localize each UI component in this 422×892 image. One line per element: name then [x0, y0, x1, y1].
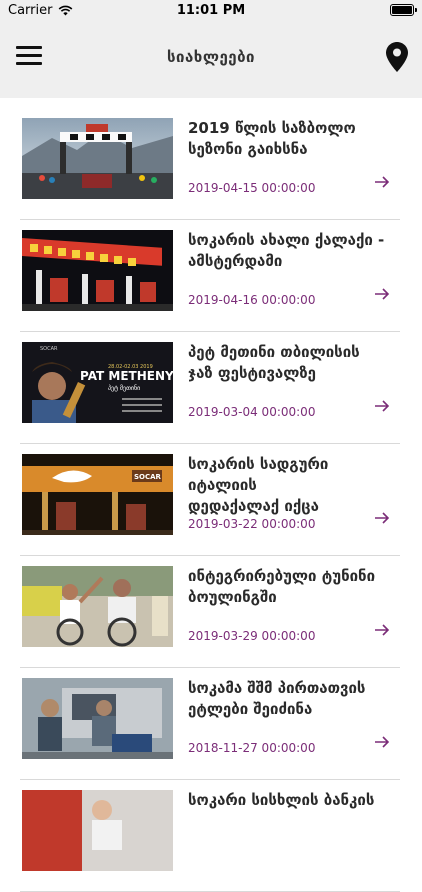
arrow-right-icon[interactable]: [374, 175, 390, 189]
news-title-line: დედაქალაქ იქცა: [188, 497, 319, 515]
location-button[interactable]: [386, 42, 408, 72]
news-date: 2019-03-04 00:00:00: [188, 405, 316, 419]
news-title-line: სოკარი სისხლის ბანკის: [188, 791, 375, 809]
sign-text: SOCAR: [134, 473, 162, 481]
news-title-line: ამსტერდამი: [188, 252, 283, 270]
menu-button[interactable]: [16, 46, 42, 68]
news-title: 2019 წლის საზბოლო სეზონი გაიხსნა: [188, 118, 394, 160]
hamburger-line: [16, 62, 42, 65]
news-title: სოკარი სისხლის ბანკის: [188, 790, 394, 811]
location-pin-icon: [386, 42, 408, 72]
news-title: სოკარის ახალი ქალაქი - ამსტერდამი: [188, 230, 394, 272]
news-thumbnail-socar-station: SOCAR: [22, 454, 173, 535]
arrow-right-icon[interactable]: [374, 287, 390, 301]
hamburger-line: [16, 54, 42, 57]
news-list: 2019 წლის საზბოლო სეზონი გაიხსნა 2019-04…: [0, 98, 422, 892]
news-title-line: ჯაზ ფესტივალზე: [188, 364, 316, 382]
news-thumbnail-ski-resort: [22, 118, 173, 199]
news-item[interactable]: SOCAR სოკარის სადგური იტალიის დედაქალაქ …: [20, 454, 400, 556]
news-thumbnail-pat-metheny-poster: SOCAR PAT METHENY პეტ მეთინი 28.02-02.03…: [22, 342, 173, 423]
news-title-line: პეტ მეთინი თბილისის: [188, 343, 360, 361]
news-date: 2019-04-15 00:00:00: [188, 181, 316, 195]
news-item[interactable]: სოკარის ახალი ქალაქი - ამსტერდამი 2019-0…: [20, 230, 400, 332]
status-time: 11:01 PM: [176, 3, 246, 18]
arrow-right-icon[interactable]: [374, 399, 390, 413]
news-title: ინტეგრირებული ტუნინი ბოულინგში: [188, 566, 394, 608]
news-date: 2019-03-22 00:00:00: [188, 517, 316, 531]
news-item[interactable]: ინტეგრირებული ტუნინი ბოულინგში 2019-03-2…: [20, 566, 400, 668]
arrow-right-icon[interactable]: [374, 623, 390, 637]
news-item[interactable]: SOCAR PAT METHENY პეტ მეთინი 28.02-02.03…: [20, 342, 400, 444]
poster-subtitle: პეტ მეთინი: [108, 385, 140, 392]
arrow-right-icon[interactable]: [374, 511, 390, 525]
news-thumbnail-wheelchair-car: [22, 678, 173, 759]
hamburger-menu-icon: [16, 46, 42, 49]
status-bar: Carrier 11:01 PM: [0, 0, 422, 22]
poster-dates: 28.02-02.03 2019: [108, 364, 153, 370]
news-title-line: სოკამა შშმ პირთათვის: [188, 679, 366, 697]
news-thumbnail-blood-donation: [22, 790, 173, 871]
news-item[interactable]: 2019 წლის საზბოლო სეზონი გაიხსნა 2019-04…: [20, 118, 400, 220]
battery-icon: [390, 4, 417, 16]
news-title: პეტ მეთინი თბილისის ჯაზ ფესტივალზე: [188, 342, 394, 384]
page-title: სიახლეები: [167, 48, 255, 66]
news-date: 2019-04-16 00:00:00: [188, 293, 316, 307]
arrow-right-icon[interactable]: [374, 735, 390, 749]
nav-bar: სიახლეები: [0, 22, 422, 98]
news-title: სოკარის სადგური იტალიის დედაქალაქ იქცა: [188, 454, 394, 517]
news-date: 2019-03-29 00:00:00: [188, 629, 316, 643]
news-title: სოკამა შშმ პირთათვის ეტლები შეიძინა: [188, 678, 394, 720]
news-thumbnail-gas-station: [22, 230, 173, 311]
status-right: [390, 4, 417, 16]
news-title-line: 2019 წლის საზბოლო: [188, 119, 356, 137]
news-title-line: ინტეგრირებული ტუნინი: [188, 567, 376, 585]
news-title-line: სოკარის ახალი ქალაქი -: [188, 231, 385, 249]
news-item[interactable]: სოკარი სისხლის ბანკის: [20, 790, 400, 892]
poster-brand: SOCAR: [40, 346, 58, 352]
news-title-line: ბოულინგში: [188, 588, 277, 606]
news-title-line: სოკარის სადგური იტალიის: [188, 455, 329, 494]
news-item[interactable]: სოკამა შშმ პირთათვის ეტლები შეიძინა 2018…: [20, 678, 400, 780]
news-date: 2018-11-27 00:00:00: [188, 741, 316, 755]
news-thumbnail-wheelchair-bowling: [22, 566, 173, 647]
news-title-line: სეზონი გაიხსნა: [188, 140, 308, 158]
news-title-line: ეტლები შეიძინა: [188, 700, 313, 718]
poster-name: PAT METHENY: [80, 369, 173, 383]
